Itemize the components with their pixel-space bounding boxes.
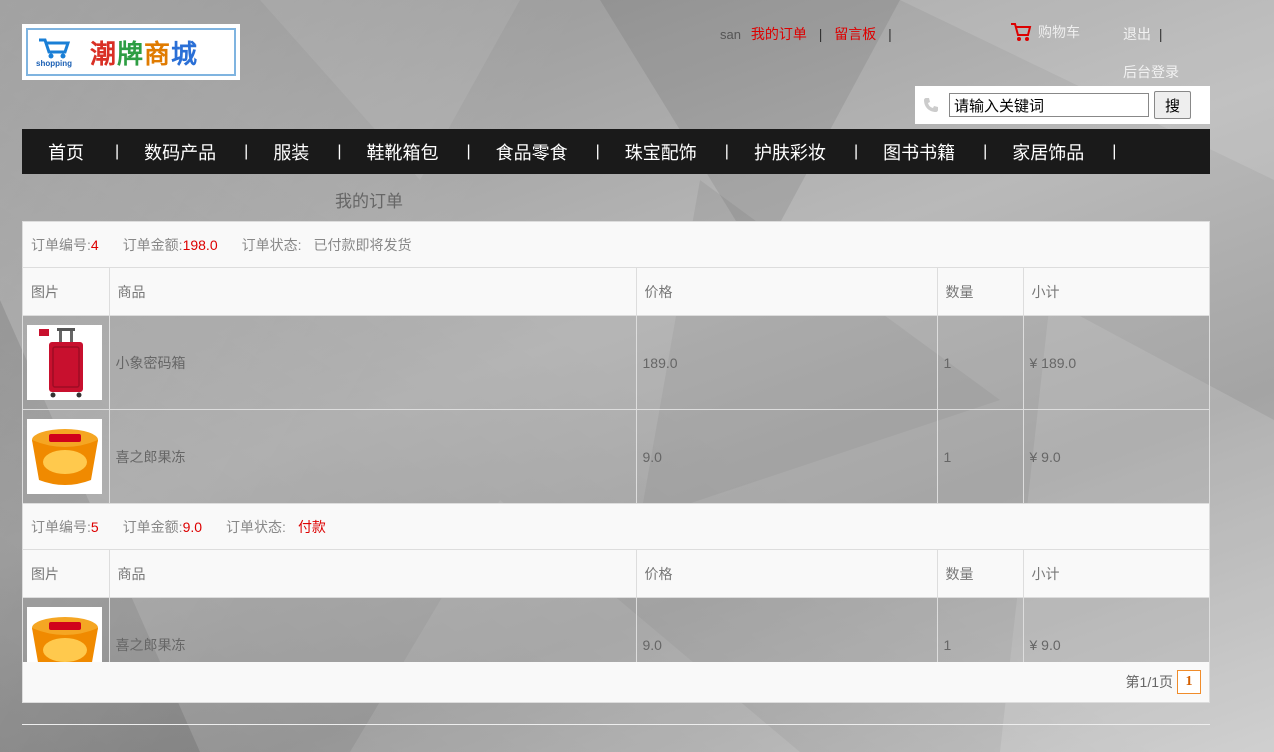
nav-separator: | — [244, 142, 249, 160]
phone-icon — [924, 98, 938, 112]
product-price: 189.0 — [636, 315, 938, 410]
red-suitcase-icon[interactable] — [27, 325, 102, 400]
username: san — [720, 27, 741, 42]
separator: | — [818, 26, 823, 42]
order-header: 订单编号:4 订单金额:198.0 订单状态: 已付款即将发货 — [23, 222, 1209, 268]
product-price: 9.0 — [636, 409, 938, 504]
order-header: 订单编号:5 订单金额:9.0 订单状态: 付款 — [23, 504, 1209, 550]
product-subtotal: ¥ 9.0 — [1023, 409, 1209, 504]
search-input[interactable] — [949, 93, 1149, 117]
nav-separator: | — [724, 142, 729, 160]
logo-cart-text: shopping — [36, 58, 72, 68]
order-status-label: 订单状态: — [226, 518, 286, 535]
orders-panel: 订单编号:4 订单金额:198.0 订单状态: 已付款即将发货 图片 商品 价格 … — [22, 221, 1210, 703]
order-amount-label: 订单金额: — [122, 236, 183, 253]
order-items-table: 图片 商品 价格 数量 小计 小象密码箱 189.0 1 ¥ 189.0 喜之郎… — [23, 268, 1209, 504]
pagination: 第1/1页 1 — [23, 662, 1209, 702]
separator: | — [1158, 26, 1163, 42]
order-amount-label: 订单金额: — [122, 518, 183, 535]
main-nav: 首页 | 数码产品 | 服装 | 鞋靴箱包 | 食品零食 | 珠宝配饰 | 护肤… — [22, 129, 1210, 174]
order-amount: 198.0 — [182, 236, 218, 253]
col-header-subtotal: 小计 — [1023, 550, 1209, 598]
col-header-quantity: 数量 — [937, 550, 1024, 598]
order-id-label: 订单编号: — [31, 518, 91, 535]
order-status: 已付款即将发货 — [313, 236, 412, 253]
order-status-label: 订单状态: — [241, 236, 302, 253]
pay-order-link[interactable]: 付款 — [298, 519, 326, 535]
logout-area: 退出 | — [1123, 24, 1163, 44]
nav-item-home[interactable]: 首页 — [48, 139, 84, 165]
col-header-subtotal: 小计 — [1023, 268, 1209, 316]
col-header-product: 商品 — [109, 268, 637, 316]
product-quantity: 1 — [937, 315, 1024, 410]
nav-item-jewelry[interactable]: 珠宝配饰 — [625, 139, 697, 165]
cart-icon — [1011, 23, 1032, 41]
nav-separator: | — [466, 142, 471, 160]
order-id: 5 — [90, 518, 99, 535]
nav-item-food[interactable]: 食品零食 — [496, 139, 568, 165]
separator: | — [888, 26, 892, 42]
nav-separator: | — [595, 142, 600, 160]
message-board-link[interactable]: 留言板 — [834, 26, 876, 42]
nav-item-home-decor[interactable]: 家居饰品 — [1012, 139, 1084, 165]
top-links: san 我的订单 | 留言板 | — [720, 24, 900, 44]
nav-item-shoes-bags[interactable]: 鞋靴箱包 — [366, 139, 438, 165]
order-amount: 9.0 — [182, 518, 203, 535]
nav-item-cosmetics[interactable]: 护肤彩妆 — [754, 139, 826, 165]
product-name[interactable]: 喜之郎果冻 — [109, 409, 637, 504]
nav-item-books[interactable]: 图书书籍 — [883, 139, 955, 165]
jelly-cup-icon[interactable] — [27, 419, 102, 494]
nav-separator: | — [337, 142, 342, 160]
product-subtotal: ¥ 189.0 — [1023, 315, 1209, 410]
site-logo[interactable]: shopping 潮牌商城 — [22, 24, 240, 80]
col-header-product: 商品 — [109, 550, 637, 598]
cart-link[interactable]: 购物车 — [1010, 22, 1080, 42]
cart-logo-icon: shopping — [28, 32, 80, 72]
col-header-quantity: 数量 — [937, 268, 1024, 316]
table-row: 喜之郎果冻 9.0 1 ¥ 9.0 — [23, 409, 1209, 504]
col-header-price: 价格 — [636, 550, 938, 598]
nav-separator: | — [983, 142, 988, 160]
search-button[interactable]: 搜 — [1154, 91, 1191, 119]
table-header-row: 图片 商品 价格 数量 小计 — [23, 268, 1209, 316]
cart-label: 购物车 — [1038, 24, 1080, 40]
footer-divider — [22, 724, 1210, 725]
product-quantity: 1 — [937, 409, 1024, 504]
page-title: 我的订单 — [335, 192, 403, 211]
order-id: 4 — [90, 236, 99, 253]
product-name[interactable]: 小象密码箱 — [109, 315, 637, 410]
search-bar: 搜 — [915, 86, 1210, 124]
nav-item-digital[interactable]: 数码产品 — [144, 139, 216, 165]
order-id-label: 订单编号: — [31, 236, 91, 253]
table-row: 小象密码箱 189.0 1 ¥ 189.0 — [23, 315, 1209, 410]
pagination-info: 第1/1页 — [1125, 674, 1173, 690]
logout-link[interactable]: 退出 — [1123, 26, 1151, 42]
nav-separator: | — [115, 142, 120, 160]
my-orders-link[interactable]: 我的订单 — [751, 26, 807, 42]
nav-separator: | — [1112, 142, 1117, 160]
table-header-row: 图片 商品 价格 数量 小计 — [23, 550, 1209, 598]
col-header-price: 价格 — [636, 268, 938, 316]
page-number-button[interactable]: 1 — [1177, 670, 1201, 694]
admin-login-link[interactable]: 后台登录 — [1123, 62, 1179, 82]
nav-item-clothing[interactable]: 服装 — [273, 139, 309, 165]
nav-separator: | — [853, 142, 859, 160]
col-header-image: 图片 — [23, 268, 110, 316]
col-header-image: 图片 — [23, 550, 110, 598]
logo-title: 潮牌商城 — [90, 39, 199, 70]
